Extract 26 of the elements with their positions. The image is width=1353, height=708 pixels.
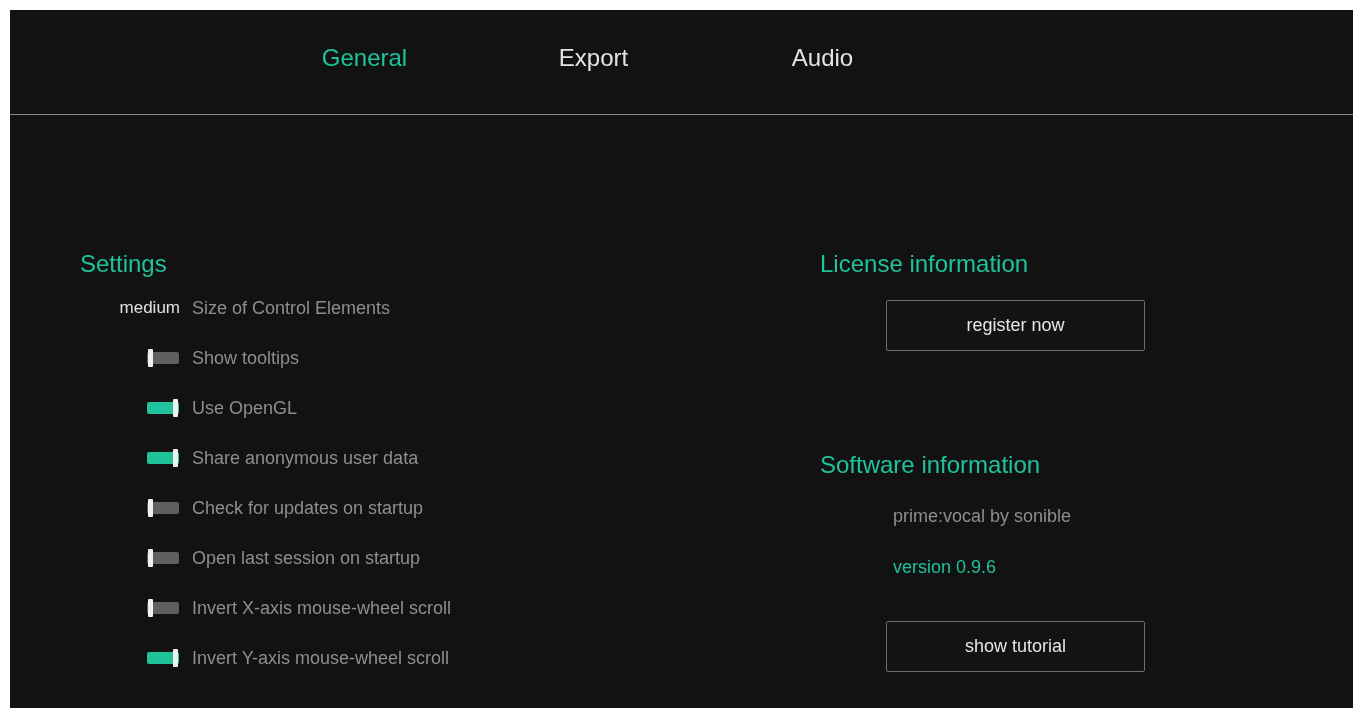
- toggle-switch[interactable]: [146, 647, 180, 669]
- toggle-switch[interactable]: [146, 597, 180, 619]
- tab[interactable]: Audio: [708, 43, 937, 72]
- setting-label: Check for updates on startup: [192, 497, 424, 519]
- setting-label: Invert Y-axis mouse-wheel scroll: [192, 647, 450, 669]
- toggle-switch[interactable]: [146, 497, 180, 519]
- section-heading: Settings: [80, 249, 168, 279]
- setting-label: Show tooltips: [192, 347, 300, 369]
- size-value[interactable]: medium: [119, 298, 180, 318]
- register-button[interactable]: register now: [886, 300, 1145, 351]
- setting-label: Invert X-axis mouse-wheel scroll: [192, 597, 452, 619]
- product-name: prime:vocal by sonible: [893, 506, 1072, 527]
- toggle-switch[interactable]: [146, 347, 180, 369]
- tab[interactable]: Export: [479, 43, 708, 72]
- setting-label: Use OpenGL: [192, 397, 298, 419]
- setting-label: Size of Control Elements: [192, 297, 391, 319]
- version-text: version 0.9.6: [893, 557, 997, 578]
- toggle-switch[interactable]: [146, 547, 180, 569]
- tutorial-button[interactable]: show tutorial: [886, 621, 1145, 672]
- toggle-switch[interactable]: [146, 447, 180, 469]
- setting-label: Open last session on startup: [192, 547, 421, 569]
- tab[interactable]: General: [250, 43, 479, 72]
- section-heading: Software information: [820, 450, 1041, 480]
- section-heading: License information: [820, 249, 1029, 279]
- setting-label: Share anonymous user data: [192, 447, 419, 469]
- toggle-switch[interactable]: [146, 397, 180, 419]
